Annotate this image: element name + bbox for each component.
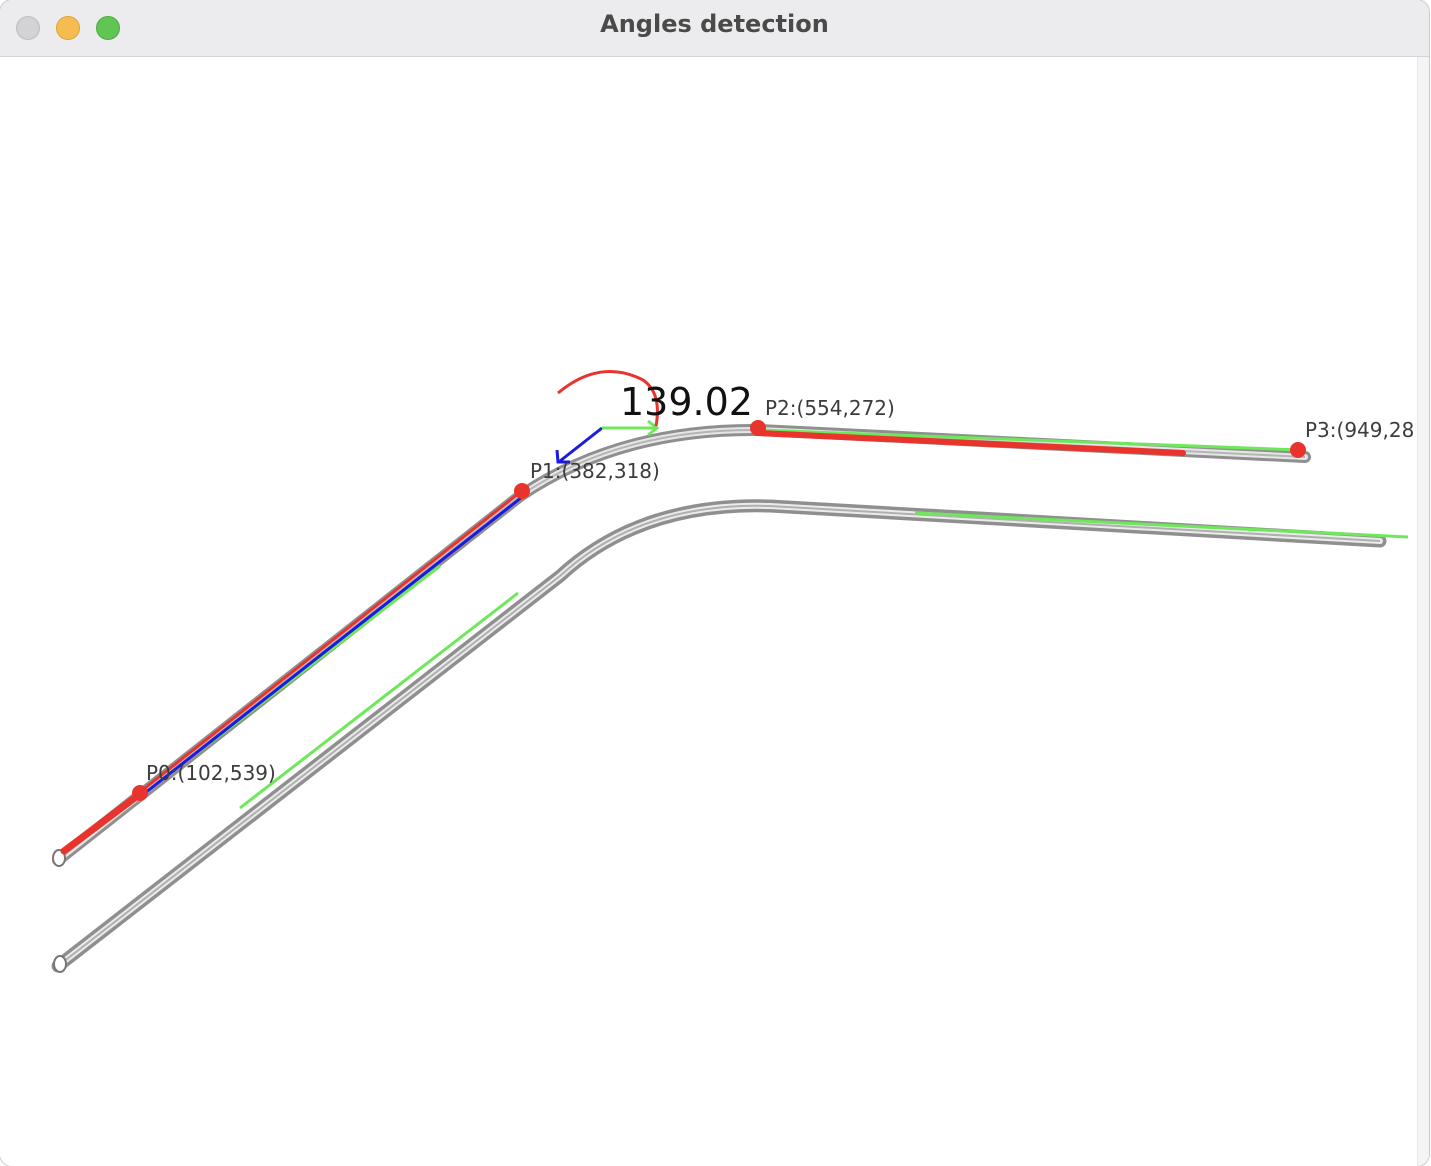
detected-segment (60, 790, 144, 855)
point-label-p0: P0:(102,539) (146, 761, 276, 785)
tube-end-icon (53, 955, 67, 973)
title-bar: Angles detection (0, 0, 1429, 57)
keypoint-p0 (132, 785, 148, 801)
fit-line-segment (239, 591, 519, 810)
upper-tube (52, 423, 1311, 866)
keypoint-p1 (514, 483, 530, 499)
window-title: Angles detection (600, 10, 829, 38)
point-label-p2: P2:(554,272) (765, 396, 895, 420)
fitted-lines (197, 428, 1409, 810)
angle-value-label: 139.02 (620, 380, 753, 424)
image-canvas: 139.02 P0:(102,539) P1:(382,318) P2:(554… (0, 57, 1417, 1166)
detection-image: 139.02 P0:(102,539) P1:(382,318) P2:(554… (51, 370, 1414, 973)
app-window: Angles detection 139.02 P0:(102,539) P1:… (0, 0, 1429, 1166)
lower-tube (51, 499, 1387, 973)
point-label-p1: P1:(382,318) (530, 459, 660, 483)
window-right-edge (1417, 57, 1429, 1166)
point-label-p3: P3:(949,28 (1305, 418, 1414, 442)
detected-segments (60, 430, 1186, 855)
keypoint-p3 (1290, 442, 1306, 458)
keypoints (132, 420, 1306, 801)
